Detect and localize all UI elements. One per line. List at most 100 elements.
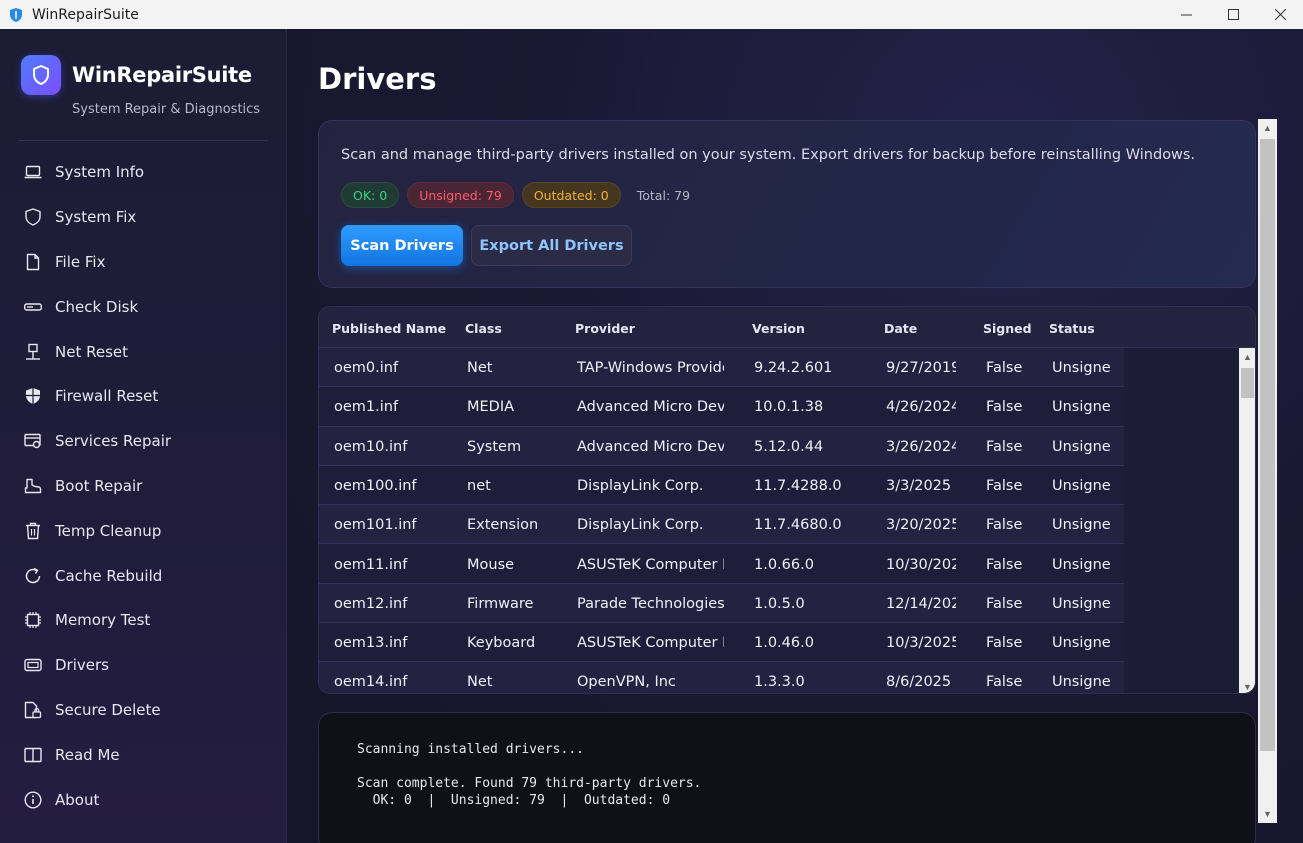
- cell-status: Unsigned: [1052, 595, 1110, 612]
- services-icon: [24, 432, 42, 450]
- info-icon: [24, 791, 42, 809]
- firewall-shield-icon: [24, 387, 42, 405]
- minimize-button[interactable]: [1163, 0, 1209, 29]
- scroll-down-arrow-icon[interactable]: ▼: [1239, 678, 1255, 693]
- table-row[interactable]: oem1.inf MEDIA Advanced Micro Devices 10.0.…: [319, 387, 1124, 427]
- cell-version: 10.0.1.38: [754, 399, 824, 416]
- cell-published-name: oem11.inf: [334, 556, 408, 573]
- sidebar-item-drivers[interactable]: Drivers: [0, 643, 287, 688]
- window-title: WinRepairSuite: [32, 6, 139, 23]
- divider: [18, 140, 268, 141]
- sidebar-item-check-disk[interactable]: Check Disk: [0, 284, 287, 329]
- secure-file-icon: [24, 701, 42, 719]
- sidebar-item-file-fix[interactable]: File Fix: [0, 240, 287, 285]
- cell-class: System: [467, 438, 522, 455]
- status-badges: OK: 0 Unsigned: 79 Outdated: 0 Total: 79: [341, 182, 690, 208]
- cell-status: Unsigned: [1052, 438, 1110, 455]
- unsigned-badge: Unsigned: 79: [407, 182, 514, 208]
- cell-class: MEDIA: [467, 399, 515, 416]
- outdated-badge: Outdated: 0: [521, 182, 621, 208]
- sidebar: WinRepairSuite System Repair & Diagnosti…: [0, 29, 287, 843]
- cell-class: net: [467, 477, 491, 494]
- cell-date: 12/14/2024: [886, 595, 956, 612]
- table-row[interactable]: oem101.inf Extension DisplayLink Corp. 11.7…: [319, 505, 1124, 545]
- book-icon: [24, 746, 42, 764]
- cell-provider: Advanced Micro Devices: [577, 399, 724, 416]
- page-title: Drivers: [318, 62, 437, 96]
- cell-version: 1.0.46.0: [754, 635, 814, 652]
- cell-provider: Parade Technologies, Ltd.: [577, 595, 724, 612]
- cell-version: 1.3.3.0: [754, 674, 805, 691]
- cell-signed: False: [986, 438, 1023, 455]
- scroll-thumb[interactable]: [1260, 139, 1275, 751]
- cell-date: 3/26/2024: [886, 438, 956, 455]
- table-row[interactable]: oem10.inf System Advanced Micro Devices 5.1…: [319, 426, 1124, 466]
- scroll-up-arrow-icon[interactable]: ▲: [1258, 119, 1277, 137]
- sidebar-item-system-fix[interactable]: System Fix: [0, 195, 287, 240]
- column-header-date[interactable]: Date: [884, 321, 917, 336]
- cell-published-name: oem14.inf: [334, 674, 408, 691]
- laptop-icon: [24, 163, 42, 181]
- column-header-class[interactable]: Class: [465, 321, 502, 336]
- column-header-status[interactable]: Status: [1049, 321, 1095, 336]
- table-row[interactable]: oem100.inf net DisplayLink Corp. 11.7.4288.…: [319, 465, 1124, 506]
- cell-published-name: oem101.inf: [334, 517, 417, 534]
- cell-class: Keyboard: [467, 635, 536, 652]
- table-body: oem0.inf Net TAP-Windows Provider 9.24.2.60…: [319, 348, 1239, 693]
- sidebar-item-label: System Info: [55, 163, 145, 182]
- cell-date: 9/27/2019: [886, 360, 956, 376]
- column-header-signed[interactable]: Signed: [983, 321, 1032, 336]
- sidebar-item-cache-rebuild[interactable]: Cache Rebuild: [0, 553, 287, 598]
- main-content: Drivers Scan and manage third-party driv…: [288, 29, 1303, 843]
- cell-signed: False: [986, 399, 1023, 416]
- column-header-version[interactable]: Version: [752, 321, 805, 336]
- sidebar-item-label: Services Repair: [55, 432, 172, 451]
- sidebar-item-label: About: [55, 790, 100, 809]
- cell-published-name: oem13.inf: [334, 635, 408, 652]
- cell-published-name: oem0.inf: [334, 360, 399, 376]
- export-all-drivers-button[interactable]: Export All Drivers: [471, 225, 632, 266]
- column-header-published-name[interactable]: Published Name: [332, 321, 446, 336]
- table-row[interactable]: oem13.inf Keyboard ASUSTeK Computer Inc. 1.…: [319, 623, 1124, 663]
- cell-provider: Advanced Micro Devices: [577, 438, 724, 455]
- scroll-up-arrow-icon[interactable]: ▲: [1239, 348, 1255, 365]
- disk-icon: [24, 298, 42, 316]
- table-row[interactable]: oem12.inf Firmware Parade Technologies, Lt…: [319, 583, 1124, 624]
- network-icon: [24, 343, 42, 361]
- page-scrollbar[interactable]: ▲ ▼: [1258, 119, 1277, 823]
- close-button[interactable]: [1257, 0, 1303, 29]
- sidebar-item-services-repair[interactable]: Services Repair: [0, 419, 287, 464]
- scroll-down-arrow-icon[interactable]: ▼: [1258, 805, 1277, 823]
- trash-icon: [24, 522, 42, 540]
- sidebar-item-boot-repair[interactable]: Boot Repair: [0, 464, 287, 509]
- cell-provider: TAP-Windows Provider: [577, 360, 724, 376]
- sidebar-item-system-info[interactable]: System Info: [0, 150, 287, 195]
- sidebar-item-net-reset[interactable]: Net Reset: [0, 329, 287, 374]
- sidebar-item-memory-test[interactable]: Memory Test: [0, 598, 287, 643]
- sidebar-item-temp-cleanup[interactable]: Temp Cleanup: [0, 508, 287, 553]
- cell-provider: ASUSTeK Computer Inc.: [577, 635, 724, 652]
- sidebar-item-read-me[interactable]: Read Me: [0, 732, 287, 777]
- sidebar-item-firewall-reset[interactable]: Firewall Reset: [0, 374, 287, 419]
- sidebar-item-about[interactable]: About: [0, 777, 287, 822]
- cell-signed: False: [986, 595, 1023, 612]
- scroll-thumb[interactable]: [1241, 368, 1254, 398]
- drivers-table: Published Name Class Provider Version Da…: [318, 306, 1256, 694]
- chip-icon: [24, 611, 42, 629]
- table-scrollbar[interactable]: ▲ ▼: [1239, 348, 1255, 693]
- table-row[interactable]: oem14.inf Net OpenVPN, Inc 1.3.3.0 8/6/2025 F…: [319, 662, 1124, 693]
- brand: WinRepairSuite: [21, 55, 252, 95]
- shield-icon: [24, 208, 42, 226]
- sidebar-item-secure-delete[interactable]: Secure Delete: [0, 688, 287, 733]
- scan-drivers-button[interactable]: Scan Drivers: [341, 225, 463, 266]
- table-row[interactable]: oem0.inf Net TAP-Windows Provider 9.24.2.60…: [319, 348, 1124, 388]
- column-header-provider[interactable]: Provider: [575, 321, 635, 336]
- cell-date: 3/20/2025: [886, 517, 956, 534]
- cell-version: 11.7.4680.0: [754, 517, 842, 534]
- table-row[interactable]: oem11.inf Mouse ASUSTeK Computer Inc. 1.0.6…: [319, 544, 1124, 584]
- cell-status: Unsigned: [1052, 477, 1110, 494]
- cell-class: Net: [467, 360, 493, 376]
- boot-icon: [24, 477, 42, 495]
- cell-provider: DisplayLink Corp.: [577, 517, 704, 534]
- maximize-button[interactable]: [1210, 0, 1256, 29]
